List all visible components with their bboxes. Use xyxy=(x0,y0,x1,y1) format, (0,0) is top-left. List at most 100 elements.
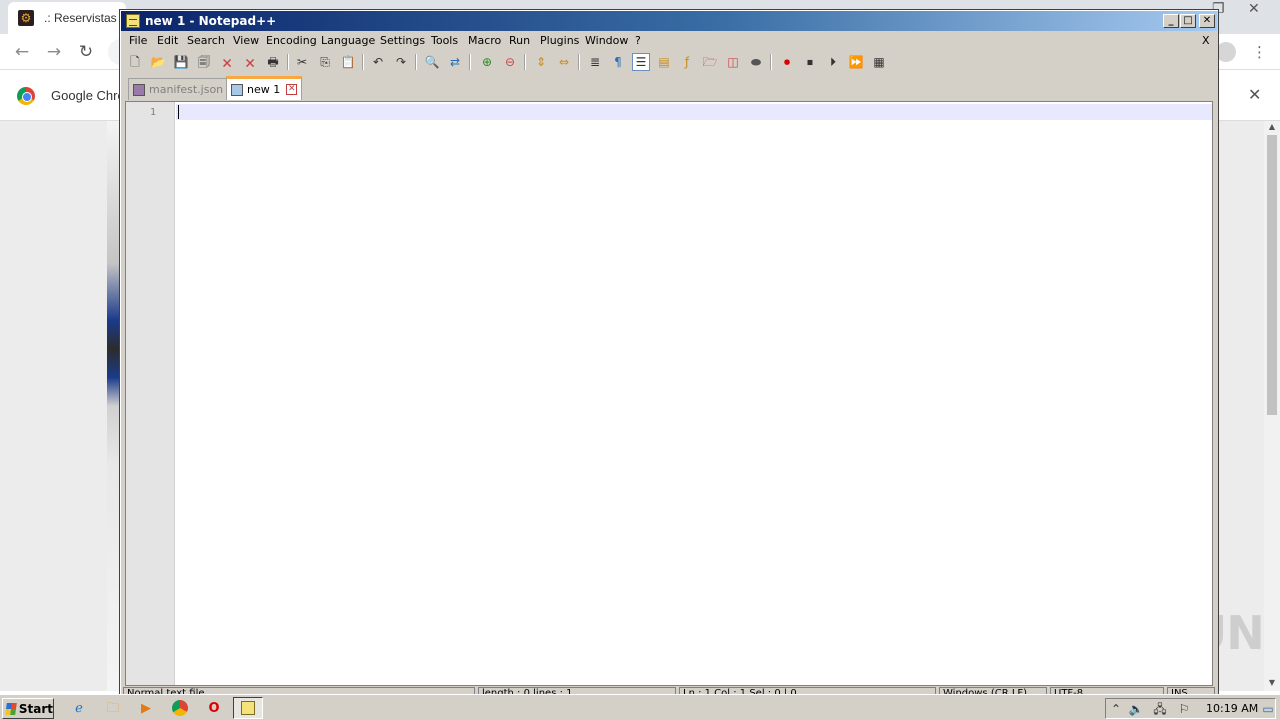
word-wrap-icon[interactable]: ≣ xyxy=(586,53,604,71)
menu-file[interactable]: File xyxy=(129,34,147,47)
chrome-menu-icon[interactable]: ⋮ xyxy=(1252,42,1267,62)
close-button[interactable]: ✕ xyxy=(1199,14,1215,28)
window-title: new 1 - Notepad++ xyxy=(145,14,277,28)
show-desktop-icon[interactable]: ▭ xyxy=(1260,701,1276,717)
profile-avatar-icon[interactable] xyxy=(1216,42,1236,62)
close-document-button[interactable]: X xyxy=(1202,34,1210,47)
network-icon[interactable]: 🖧 xyxy=(1152,701,1168,717)
infobar-close-icon[interactable]: ✕ xyxy=(1248,85,1261,104)
start-button[interactable]: Start xyxy=(2,698,54,719)
toolbar-separator xyxy=(524,54,526,70)
maximize-button[interactable]: □ xyxy=(1180,14,1196,28)
menu-window[interactable]: Window xyxy=(585,34,628,47)
function-list-icon[interactable]: ƒ xyxy=(678,53,696,71)
toolbar: 🗋 📂 💾 🗐 🗙 🗙 🖶 ✂ ⎘ 📋 ↶ ↷ 🔍 ⇄ ⊕ ⊖ ⇕ ⇔ ≣ ¶ … xyxy=(121,50,1217,74)
scroll-down-icon[interactable]: ▼ xyxy=(1264,677,1280,689)
play-macro-icon[interactable]: ⏵ xyxy=(824,53,842,71)
title-bar[interactable]: new 1 - Notepad++ _ □ ✕ xyxy=(121,11,1217,31)
forward-arrow-icon[interactable]: → xyxy=(42,40,66,64)
menu-search[interactable]: Search xyxy=(187,34,225,47)
sync-horizontal-icon[interactable]: ⇔ xyxy=(555,53,573,71)
media-player-icon[interactable]: ▶ xyxy=(137,699,155,717)
record-macro-icon[interactable]: ⏺ xyxy=(778,53,796,71)
menu-edit[interactable]: Edit xyxy=(157,34,178,47)
minimize-button[interactable]: _ xyxy=(1163,14,1179,28)
volume-icon[interactable]: 🔈 xyxy=(1128,701,1144,717)
menu-bar: File Edit Search View Encoding Language … xyxy=(121,31,1217,50)
monitoring-icon[interactable]: ◫ xyxy=(724,53,742,71)
toolbar-separator xyxy=(415,54,417,70)
macro-icon[interactable]: ⬬ xyxy=(747,53,765,71)
menu-settings[interactable]: Settings xyxy=(380,34,425,47)
sync-vertical-icon[interactable]: ⇕ xyxy=(532,53,550,71)
chrome-taskbar-icon[interactable] xyxy=(171,699,189,717)
close-all-icon[interactable]: 🗙 xyxy=(241,53,259,71)
zoom-out-icon[interactable]: ⊖ xyxy=(501,53,519,71)
notepadpp-window: new 1 - Notepad++ _ □ ✕ File Edit Search… xyxy=(119,9,1219,696)
windows-logo-icon xyxy=(5,702,17,715)
print-icon[interactable]: 🖶 xyxy=(264,53,282,71)
close-file-icon[interactable]: 🗙 xyxy=(218,53,236,71)
document-map-icon[interactable]: ▤ xyxy=(655,53,673,71)
menu-tools[interactable]: Tools xyxy=(431,34,458,47)
show-all-characters-icon[interactable]: ¶ xyxy=(609,53,627,71)
tab-new-1[interactable]: new 1 ✕ xyxy=(226,76,303,100)
file-explorer-icon[interactable]: 🗀 xyxy=(104,699,122,717)
chrome-tab-title: .: Reservistas UNAC xyxy=(44,11,124,25)
menu-help[interactable]: ? xyxy=(635,34,641,47)
zoom-in-icon[interactable]: ⊕ xyxy=(478,53,496,71)
indent-guide-icon[interactable]: ☰ xyxy=(632,53,650,71)
save-icon[interactable]: 💾 xyxy=(172,53,190,71)
action-center-flag-icon[interactable]: ⚐ xyxy=(1176,701,1192,717)
chrome-close-icon[interactable]: ✕ xyxy=(1248,0,1260,17)
redo-icon[interactable]: ↷ xyxy=(392,53,410,71)
internet-explorer-icon[interactable]: ℯ xyxy=(70,699,88,717)
paste-icon[interactable]: 📋 xyxy=(339,53,357,71)
document-tab-bar: manifest.json ✕ new 1 ✕ xyxy=(121,74,1217,101)
line-number-gutter: 1 xyxy=(126,102,175,685)
save-all-icon[interactable]: 🗐 xyxy=(195,53,213,71)
toolbar-separator xyxy=(362,54,364,70)
page-background-left xyxy=(0,121,107,691)
back-arrow-icon[interactable]: ← xyxy=(10,40,34,64)
tab-label: new 1 xyxy=(247,83,281,96)
replace-icon[interactable]: ⇄ xyxy=(446,53,464,71)
file-icon xyxy=(231,83,243,96)
scrollbar-thumb[interactable] xyxy=(1267,135,1277,415)
notepadpp-taskbar-icon[interactable] xyxy=(233,697,263,719)
open-file-icon[interactable]: 📂 xyxy=(149,53,167,71)
clock[interactable]: 10:19 AM xyxy=(1206,702,1258,715)
show-hidden-icons-icon[interactable]: ⌃ xyxy=(1108,701,1124,717)
file-icon xyxy=(133,83,145,96)
taskbar: Start ℯ 🗀 ▶ O ⌃ 🔈 🖧 ⚐ 10:19 AM ▭ xyxy=(0,694,1280,720)
stop-recording-icon[interactable]: ⏹ xyxy=(801,53,819,71)
system-tray: ⌃ 🔈 🖧 ⚐ 10:19 AM ▭ xyxy=(1105,698,1276,719)
page-scrollbar[interactable]: ▲ ▼ xyxy=(1264,121,1280,691)
new-file-icon[interactable]: 🗋 xyxy=(126,53,144,71)
menu-language[interactable]: Language xyxy=(321,34,375,47)
chrome-logo-icon xyxy=(17,87,35,105)
run-macro-multiple-icon[interactable]: ⏩ xyxy=(847,53,865,71)
find-icon[interactable]: 🔍 xyxy=(423,53,441,71)
reload-icon[interactable]: ↻ xyxy=(74,40,98,64)
menu-run[interactable]: Run xyxy=(509,34,530,47)
menu-encoding[interactable]: Encoding xyxy=(266,34,317,47)
chrome-tab[interactable]: ⚙ .: Reservistas UNAC xyxy=(8,2,126,34)
folder-as-workspace-icon[interactable]: 🗁 xyxy=(701,53,719,71)
tab-close-icon[interactable]: ✕ xyxy=(286,84,298,95)
menu-view[interactable]: View xyxy=(233,34,259,47)
menu-plugins[interactable]: Plugins xyxy=(540,34,579,47)
toolbar-separator xyxy=(287,54,289,70)
current-line-highlight xyxy=(176,104,1212,120)
undo-icon[interactable]: ↶ xyxy=(369,53,387,71)
save-macro-icon[interactable]: ▦ xyxy=(870,53,888,71)
toolbar-separator xyxy=(578,54,580,70)
line-number: 1 xyxy=(149,107,156,118)
editor-area[interactable]: 1 xyxy=(125,101,1213,686)
copy-icon[interactable]: ⎘ xyxy=(316,53,334,71)
cut-icon[interactable]: ✂ xyxy=(293,53,311,71)
opera-icon[interactable]: O xyxy=(205,699,223,717)
text-caret xyxy=(178,105,179,119)
menu-macro[interactable]: Macro xyxy=(468,34,501,47)
scroll-up-icon[interactable]: ▲ xyxy=(1264,121,1280,133)
